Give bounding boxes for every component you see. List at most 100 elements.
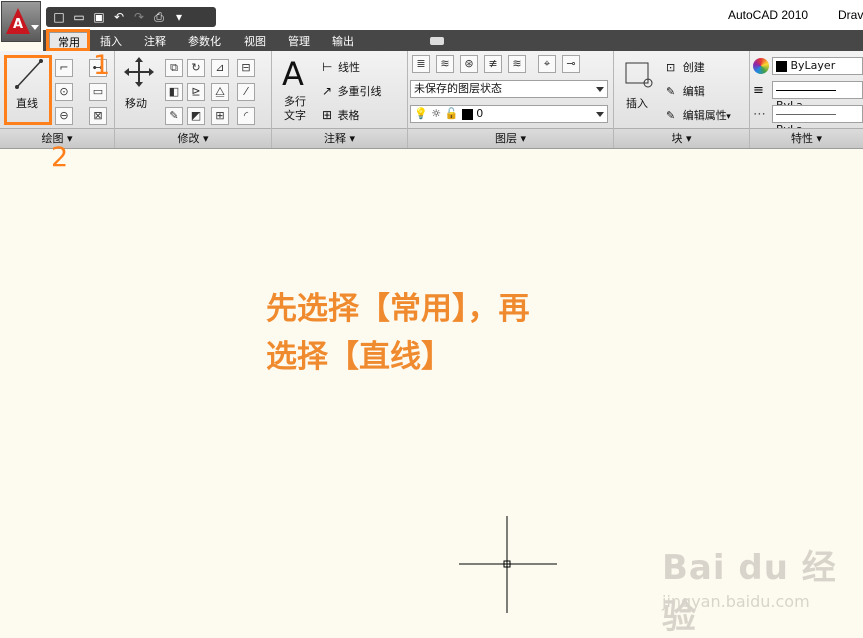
crosshair-cursor-icon	[459, 516, 557, 613]
linetype-preview	[776, 89, 836, 91]
tab-manage[interactable]: 管理	[288, 33, 310, 49]
mtext-label-2: 文字	[284, 109, 306, 122]
layers-panel-title[interactable]: 图层 ▾	[408, 128, 613, 148]
plot-icon[interactable]: ⎙	[150, 9, 168, 25]
insert-block-button[interactable]: 插入	[622, 55, 662, 121]
layer-previous-icon[interactable]: ⊛	[460, 55, 478, 73]
tab-annotate[interactable]: 注释	[144, 33, 166, 49]
hatch-icon[interactable]: ⊠	[89, 107, 107, 125]
erase-icon[interactable]: ⊟	[237, 59, 255, 77]
drawing-title: Drav	[838, 8, 863, 22]
step-1-label: 1	[93, 50, 111, 81]
multileader-icon: ↗	[322, 84, 333, 98]
modify-panel: 移动 ⧉ ↻ ⊿ ⊟ ◧ ⊵ ⧋ ⁄ ✎ ◩ ⊞ ◜ 修改 ▾	[115, 51, 272, 148]
properties-panel-title[interactable]: 特性 ▾	[750, 128, 863, 148]
color-dropdown[interactable]: ByLayer	[772, 57, 863, 75]
annotation-panel-title[interactable]: 注释 ▾	[272, 128, 407, 148]
offset-icon[interactable]: ◩	[187, 107, 205, 125]
insert-label: 插入	[626, 97, 648, 110]
edit-label: 编辑	[682, 85, 705, 98]
new-file-icon[interactable]: □	[50, 9, 68, 25]
create-block-icon: ⊡	[666, 61, 676, 74]
layer-lock-icon[interactable]: ⊸	[562, 55, 580, 73]
layer-state-dropdown[interactable]: 未保存的图层状态	[410, 80, 608, 98]
home-tab-highlight	[46, 29, 90, 51]
layer-off-icon[interactable]: ≋	[508, 55, 526, 73]
edit-attributes-label: 编辑属性	[682, 109, 727, 122]
tab-view[interactable]: 视图	[244, 33, 266, 49]
color-wheel-icon[interactable]	[753, 58, 769, 74]
layer-isolate-icon[interactable]: ≢	[484, 55, 502, 73]
circle-icon[interactable]: ⊙	[55, 83, 73, 101]
rotate-icon[interactable]: ↻	[187, 59, 205, 77]
layer-freeze-icon[interactable]: ⌖	[538, 55, 556, 73]
annotation-panel: A 多行 文字 ⊢ 线性 ↗ 多重引线 ⊞ 表格 注释 ▾	[272, 51, 408, 148]
layer-state-value: 未保存的图层状态	[414, 82, 502, 95]
tab-insert[interactable]: 插入	[100, 33, 122, 49]
array-icon[interactable]: ⊞	[211, 107, 229, 125]
chevron-down-icon	[596, 112, 604, 117]
table-button[interactable]: ⊞ 表格	[322, 107, 360, 123]
scale-icon[interactable]: ⊵	[187, 83, 205, 101]
move-button[interactable]: 移动	[121, 55, 161, 121]
chevron-down-icon	[31, 25, 39, 30]
title-bar: □ ▭ ▣ ↶ ↷ ⎙ ▾ AutoCAD 2010 Drav	[0, 0, 863, 30]
edit-block-button[interactable]: ✎ 编辑	[666, 83, 705, 99]
create-block-button[interactable]: ⊡ 创建	[666, 59, 705, 75]
ribbon-minimize-button[interactable]	[430, 37, 444, 45]
explode-icon[interactable]: ⁄	[237, 83, 255, 101]
linear-dimension-button[interactable]: ⊢ 线性	[322, 59, 360, 75]
table-icon: ⊞	[322, 108, 333, 122]
line-button-highlight	[4, 55, 52, 125]
edit-attributes-icon: ✎	[666, 109, 676, 122]
linetype-dropdown[interactable]: ByLa	[772, 81, 863, 112]
linear-dimension-icon: ⊢	[322, 60, 333, 74]
multileader-button[interactable]: ↗ 多重引线	[322, 83, 382, 99]
block-panel-title[interactable]: 块 ▾	[614, 128, 749, 148]
polyline-icon[interactable]: ⌐	[55, 59, 73, 77]
rectangle-icon[interactable]: ▭	[89, 83, 107, 101]
modify-panel-title[interactable]: 修改 ▾	[115, 128, 271, 148]
ellipse-icon[interactable]: ⊖	[55, 107, 73, 125]
mirror-icon[interactable]: ⧋	[211, 83, 229, 101]
quick-access-toolbar: □ ▭ ▣ ↶ ↷ ⎙ ▾	[46, 7, 216, 27]
color-value: ByLayer	[790, 59, 836, 72]
text-icon: A	[282, 55, 304, 93]
autocad-logo-icon: A	[6, 8, 30, 34]
insert-block-icon	[625, 62, 653, 88]
multiline-text-button[interactable]: A 多行 文字	[280, 55, 320, 122]
linetype-icon[interactable]: ≡	[753, 83, 764, 98]
chamfer-icon[interactable]: ◜	[237, 107, 255, 125]
tab-parametric[interactable]: 参数化	[188, 33, 221, 49]
layers-panel: ≣ ≋ ⊛ ≢ ≋ ⌖ ⊸ 未保存的图层状态 💡 ☼ 🔓 0 图层 ▾	[408, 51, 614, 148]
application-menu-button[interactable]: A	[1, 1, 41, 42]
layer-color-swatch	[461, 108, 473, 120]
undo-icon[interactable]: ↶	[110, 9, 128, 25]
properties-panel: ByLayer ≡ ByLa ⋯ ByLa 特性 ▾	[750, 51, 863, 148]
qat-dropdown-icon[interactable]: ▾	[170, 9, 188, 25]
layer-dropdown[interactable]: 💡 ☼ 🔓 0	[410, 105, 608, 123]
stretch-icon[interactable]: ◧	[165, 83, 183, 101]
layer-match-icon[interactable]: ≋	[436, 55, 454, 73]
block-panel: 插入 ⊡ 创建 ✎ 编辑 ✎ 编辑属性 ▾ 块 ▾	[614, 51, 750, 148]
create-label: 创建	[682, 61, 705, 74]
unlock-icon: 🔓	[444, 107, 459, 120]
instruction-line-2: 选择【直线】	[266, 339, 452, 375]
instruction-text: 先选择【常用】，再 选择【直线】	[266, 285, 530, 381]
tab-output[interactable]: 输出	[332, 33, 354, 49]
fillet-icon[interactable]: ✎	[165, 107, 183, 125]
trim-icon[interactable]: ⊿	[211, 59, 229, 77]
chevron-down-icon	[596, 87, 604, 92]
lightbulb-icon: 💡	[414, 107, 428, 120]
lineweight-dropdown[interactable]: ByLa	[772, 105, 863, 136]
edit-block-icon: ✎	[666, 85, 676, 98]
layer-properties-icon[interactable]: ≣	[412, 55, 430, 73]
save-icon[interactable]: ▣	[90, 9, 108, 25]
lineweight-icon[interactable]: ⋯	[753, 107, 766, 122]
redo-icon[interactable]: ↷	[130, 9, 148, 25]
edit-attributes-button[interactable]: ✎ 编辑属性 ▾	[666, 107, 731, 123]
watermark-url: jingyan.baidu.com	[662, 592, 810, 611]
multileader-label: 多重引线	[337, 85, 382, 98]
open-file-icon[interactable]: ▭	[70, 9, 88, 25]
copy-icon[interactable]: ⧉	[165, 59, 183, 77]
